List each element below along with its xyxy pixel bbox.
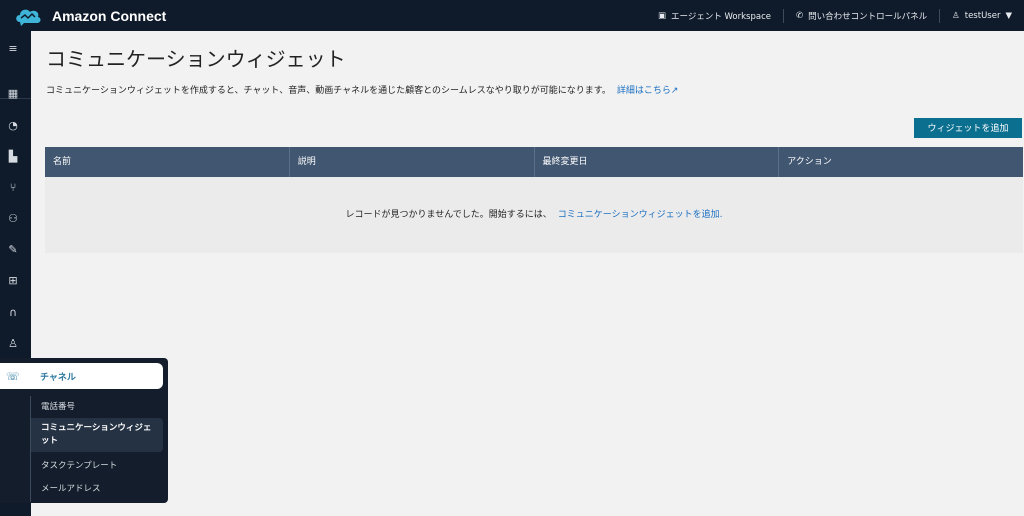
workspace-icon: ▣ [657,10,666,21]
users-icon[interactable]: ⚇ [6,212,20,226]
channels-flyout: ☏ チャネル 電話番号 コミュニケーションウィジェット タスクテンプレート メール… [0,358,168,503]
add-widget-link[interactable]: コミュニケーションウィジェットを追加. [558,210,723,220]
top-bar: Amazon Connect ▣ エージェント Workspace ✆ 問い合わせコ… [0,0,1024,31]
contact-control-panel-link[interactable]: ✆ 問い合わせコントロールパネル [782,8,939,23]
column-header-last-modified[interactable]: 最終変更日 [535,147,780,177]
column-header-name[interactable]: 名前 [45,147,290,177]
column-header-actions: アクション [787,157,832,167]
integration-icon[interactable]: ⊞ [6,274,20,288]
empty-state: レコードが見つかりませんでした。開始するには、 コミュニケーションウィジェットを追… [45,177,1023,253]
learn-more-link[interactable]: 詳細はこちら↗ [617,86,679,96]
clock-icon[interactable]: ◔ [6,119,20,133]
rocket-icon[interactable]: ✎ [6,243,20,257]
empty-text: レコードが見つかりませんでした。開始するには、 [345,210,552,220]
brand-name: Amazon Connect [52,7,167,24]
agent-workspace-label: エージェント Workspace [670,11,771,22]
column-header-description[interactable]: 説明 [290,147,535,177]
flyout-item-email-addresses[interactable]: メールアドレス [31,482,163,494]
agent-workspace-link[interactable]: ▣ エージェント Workspace [646,9,783,23]
user-icon: ♙ [952,10,960,21]
external-link-icon: ↗ [670,86,679,96]
caret-down-icon: ▼ [1005,10,1012,21]
flyout-item-phone-numbers[interactable]: 電話番号 [31,400,163,412]
routing-icon[interactable]: ⑂ [6,181,20,195]
channels-icon: ☏ [6,369,20,383]
learn-more-label: 詳細はこちら [616,86,671,96]
widgets-table: 名前 説明 最終変更日 アクション レコードが見つかりませんでした。開始するには… [45,147,1023,253]
amazon-connect-logo [16,9,41,26]
add-widget-button[interactable]: ウィジェットを追加 [914,118,1022,138]
page-description: コミュニケーションウィジェットを作成すると、チャット、音声、動画チャネルを通じた… [46,83,678,96]
dashboard-icon[interactable]: ▦ [6,87,20,101]
page-title: コミュニケーションウィジェット [46,47,346,71]
user-name: testUser [964,10,1001,21]
flyout-header-channels[interactable]: ☏ チャネル [0,363,163,389]
user-menu[interactable]: ♙ testUser ▼ [939,8,1024,23]
flyout-item-task-templates[interactable]: タスクテンプレート [31,459,163,471]
description-text: コミュニケーションウィジェットを作成すると、チャット、音声、動画チャネルを通じた… [46,86,611,96]
person-icon[interactable]: ♙ [6,337,20,351]
flyout-title: チャネル [40,372,76,383]
headset-icon[interactable]: ∩ [6,306,20,320]
flyout-item-communication-widgets[interactable]: コミュニケーションウィジェット [31,418,163,452]
menu-icon[interactable]: ≡ [6,42,20,56]
analytics-icon[interactable]: ▙ [6,150,20,164]
phone-icon: ✆ [795,10,804,21]
ccp-label: 問い合わせコントロールパネル [808,11,928,22]
main-content: コミュニケーションウィジェット コミュニケーションウィジェットを作成すると、チャ… [31,31,1024,516]
table-header: 名前 説明 最終変更日 アクション [45,147,1023,177]
